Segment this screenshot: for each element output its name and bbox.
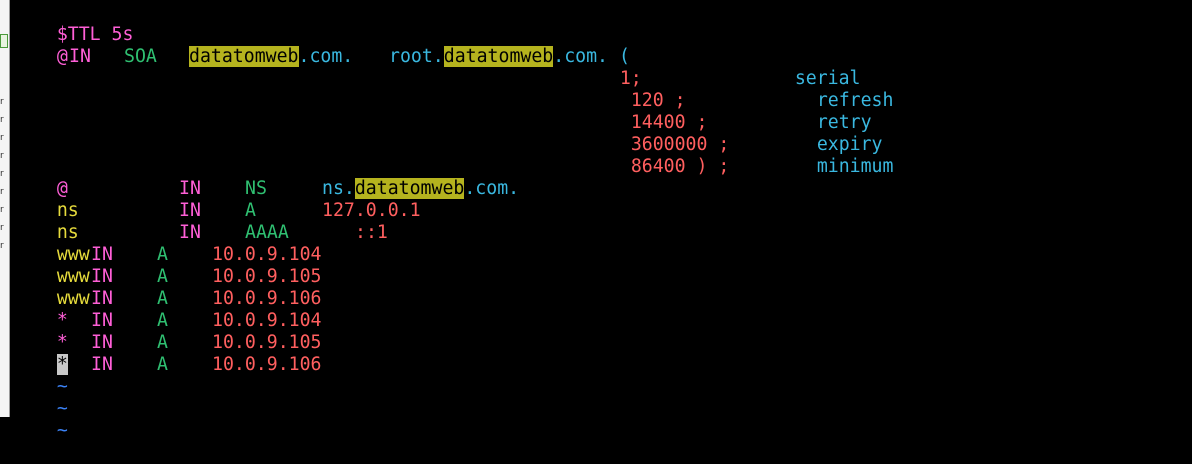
soa-field-minimum-comment: minimum [773, 134, 894, 177]
soa-primary-ns: datatomweb.com. [189, 46, 353, 68]
record-type: AAAA [245, 222, 289, 243]
record-class: IN [91, 332, 113, 353]
record-type: A [157, 266, 168, 287]
vim-editor-pane[interactable]: $TTL 5s @ IN SOA datatomweb.com. root.datato… [13, 0, 1192, 441]
record-value: 127.0.0.1 [322, 200, 421, 221]
gutter-glyph: r [0, 151, 4, 161]
a-record-line: www IN A 10.0.9.104 [13, 222, 322, 265]
soa-field-retry: 14400 ; [587, 90, 708, 133]
soa-field-serial-comment: serial [751, 46, 861, 89]
record-value: ::1 [355, 222, 388, 243]
record-class: IN [91, 288, 113, 309]
ns-aaaa-record-line: ns IN AAAA::1 [13, 200, 388, 243]
record-type: A [157, 332, 168, 353]
empty-line: ~ [13, 376, 68, 419]
soa-type: SOA [124, 46, 157, 67]
a-record-line: www IN A 10.0.9.106 [13, 266, 322, 309]
gutter-glyph: r [0, 205, 4, 215]
record-class: IN [91, 244, 113, 265]
ns-record-prefix: ns. [322, 178, 355, 199]
gutter-glyph: r [0, 133, 4, 143]
record-type: A [245, 200, 256, 221]
record-class: IN [179, 222, 201, 243]
ttl-directive: $TTL 5s [56, 24, 134, 45]
soa-field-expiry-comment: expiry [773, 112, 883, 155]
record-class: IN [91, 266, 113, 287]
soa-owner: @ [56, 46, 68, 67]
gutter-indicator-box [0, 34, 8, 48]
ns-a-record-line: ns IN A 127.0.0.1 [13, 178, 421, 221]
search-match-highlight: datatomweb [189, 46, 299, 67]
soa-minimum-comment: minimum [816, 156, 894, 177]
record-value: 10.0.9.104 [212, 244, 322, 265]
gutter-glyph: r [0, 187, 4, 197]
record-class: IN [91, 354, 113, 375]
record-class: IN [91, 310, 113, 331]
wildcard-a-record-line: * IN A 10.0.9.105 [13, 310, 322, 353]
soa-field-expiry: 3600000 ; [587, 112, 730, 155]
empty-line-marker: ~ [56, 420, 68, 441]
window-left-gutter: r r r r r r r r r [0, 0, 10, 417]
gutter-glyph: r [0, 241, 4, 251]
gutter-glyph: r [0, 97, 4, 107]
record-value: 10.0.9.104 [212, 310, 322, 331]
record-type: A [157, 310, 168, 331]
soa-field-retry-comment: retry [773, 90, 872, 133]
soa-field-minimum: 86400 ) ; [587, 134, 730, 177]
soa-primary-ns-suffix: .com. [298, 46, 354, 67]
ns-record-value: ns.datatomweb.com. [322, 178, 519, 200]
ttl-directive-line: $TTL 5s [13, 2, 134, 45]
soa-field-refresh-comment: refresh [773, 68, 894, 111]
soa-rname-prefix: root. [389, 46, 444, 67]
soa-minimum-value: 86400 ) ; [630, 156, 730, 177]
ns-record-suffix: .com. [464, 178, 520, 199]
soa-record-line: @ IN SOA datatomweb.com. root.datatomweb.com… [13, 24, 630, 67]
gutter-glyph: r [0, 223, 4, 233]
soa-field-refresh: 120 ; [587, 68, 686, 111]
record-value: 10.0.9.106 [212, 354, 322, 375]
record-value: 10.0.9.105 [212, 266, 322, 287]
gutter-glyph: r [0, 169, 4, 179]
a-record-line: www IN A 10.0.9.105 [13, 244, 322, 287]
wildcard-a-record-line: * IN A 10.0.9.104 [13, 288, 322, 331]
gutter-glyph: r [0, 115, 4, 125]
empty-line: ~ [13, 354, 68, 397]
record-type: A [157, 244, 168, 265]
record-value: 10.0.9.105 [212, 332, 322, 353]
record-class: IN [179, 178, 201, 199]
record-value: 10.0.9.106 [212, 288, 322, 309]
record-type: A [157, 288, 168, 309]
wildcard-a-record-line: * IN A 10.0.9.106 [13, 332, 322, 375]
search-match-highlight: datatomweb [443, 46, 554, 67]
soa-field-serial: 1; [576, 46, 642, 89]
record-type: A [157, 354, 168, 375]
record-class: IN [179, 200, 201, 221]
search-match-highlight: datatomweb [354, 178, 465, 199]
ns-record-line: @ IN NS ns.datatomweb.com. [13, 156, 519, 199]
soa-class: IN [69, 46, 91, 67]
record-type: NS [245, 178, 267, 199]
